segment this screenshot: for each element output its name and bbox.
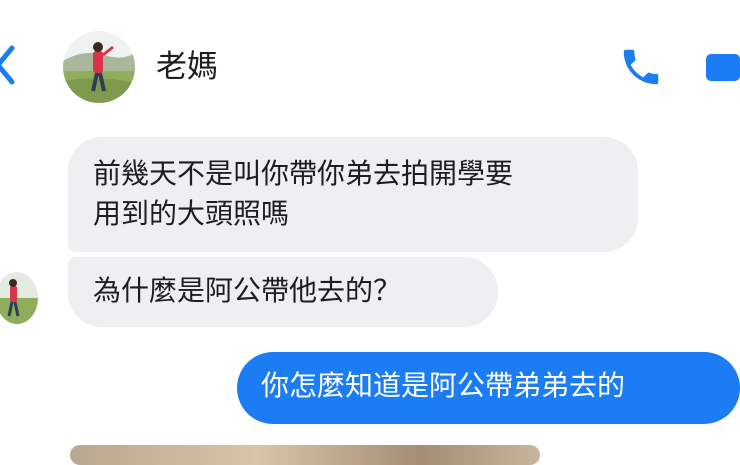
contact-name[interactable]: 老媽 <box>156 47 218 87</box>
message-text-line: 前幾天不是叫你帶你弟去拍開學要 <box>93 157 514 190</box>
message-text: 為什麼是阿公帶他去的？ <box>93 274 402 307</box>
voice-call-button[interactable] <box>618 44 664 90</box>
sender-avatar[interactable] <box>0 272 38 324</box>
contact-avatar[interactable] <box>63 31 135 103</box>
back-button[interactable] <box>0 40 26 90</box>
video-camera-icon <box>706 54 740 81</box>
message-bubble-incoming[interactable]: 為什麼是阿公帶他去的？ <box>68 257 498 327</box>
message-text-line: 用到的大頭照嗎 <box>93 197 290 230</box>
phone-icon <box>623 49 659 85</box>
shared-photo-preview[interactable] <box>70 445 540 465</box>
video-call-button[interactable] <box>700 47 740 87</box>
message-text: 你怎麼知道是阿公帶弟弟去的 <box>261 369 626 402</box>
avatar-photo <box>0 272 38 324</box>
chevron-left-icon <box>0 45 15 85</box>
message-bubble-outgoing[interactable]: 你怎麼知道是阿公帶弟弟去的 <box>237 352 740 424</box>
chat-header: 老媽 <box>0 0 740 118</box>
message-bubble-incoming[interactable]: 前幾天不是叫你帶你弟去拍開學要 用到的大頭照嗎 <box>68 137 638 252</box>
avatar-photo <box>63 31 135 103</box>
